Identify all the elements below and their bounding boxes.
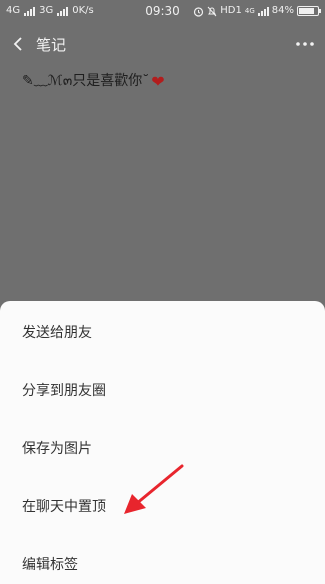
menu-item-pin-chat[interactable]: 在聊天中置顶 bbox=[0, 477, 325, 535]
status-right: HD1 4G 84% bbox=[193, 0, 321, 22]
hd-label: HD1 bbox=[220, 5, 242, 16]
signal-icon bbox=[24, 6, 36, 16]
network-label-small: 4G bbox=[244, 7, 255, 15]
signal-icon-2 bbox=[57, 6, 69, 16]
battery-percent: 84% bbox=[271, 5, 294, 16]
menu-item-label: 在聊天中置顶 bbox=[22, 499, 106, 515]
top-bar: 笔记 bbox=[0, 22, 325, 66]
note-content: ✎﹏ℳ๓只是喜歡你˘ ❤ bbox=[22, 70, 165, 92]
network-label-1: 4G bbox=[6, 5, 21, 16]
more-button[interactable] bbox=[285, 22, 325, 66]
menu-item-save-image[interactable]: 保存为图片 bbox=[0, 419, 325, 477]
note-text: ✎﹏ℳ๓只是喜歡你˘ bbox=[22, 73, 150, 89]
menu-item-label: 保存为图片 bbox=[22, 441, 92, 457]
back-button[interactable] bbox=[0, 22, 36, 66]
menu-item-edit-tags[interactable]: 编辑标签 bbox=[0, 535, 325, 584]
action-sheet: 发送给朋友 分享到朋友圈 保存为图片 在聊天中置顶 编辑标签 bbox=[0, 301, 325, 584]
menu-item-label: 发送给朋友 bbox=[22, 325, 92, 341]
status-left: 4G 3G 0K/s bbox=[6, 0, 94, 22]
network-label-2: 3G bbox=[39, 5, 54, 16]
mute-icon bbox=[207, 6, 217, 16]
menu-item-share-moments[interactable]: 分享到朋友圈 bbox=[0, 361, 325, 419]
status-bar: 4G 3G 0K/s 09:30 HD1 4G 84% bbox=[0, 0, 325, 22]
battery-icon bbox=[297, 6, 321, 16]
signal-icon-3 bbox=[257, 6, 269, 16]
page-title: 笔记 bbox=[36, 35, 67, 54]
menu-item-send-to-friend[interactable]: 发送给朋友 bbox=[0, 303, 325, 361]
menu-item-label: 编辑标签 bbox=[22, 557, 78, 573]
more-dots-icon bbox=[296, 42, 314, 46]
menu-item-label: 分享到朋友圈 bbox=[22, 383, 106, 399]
network-speed: 0K/s bbox=[72, 5, 94, 16]
alarm-icon bbox=[194, 6, 204, 17]
heart-icon: ❤ bbox=[151, 71, 165, 91]
chevron-left-icon bbox=[13, 37, 22, 51]
